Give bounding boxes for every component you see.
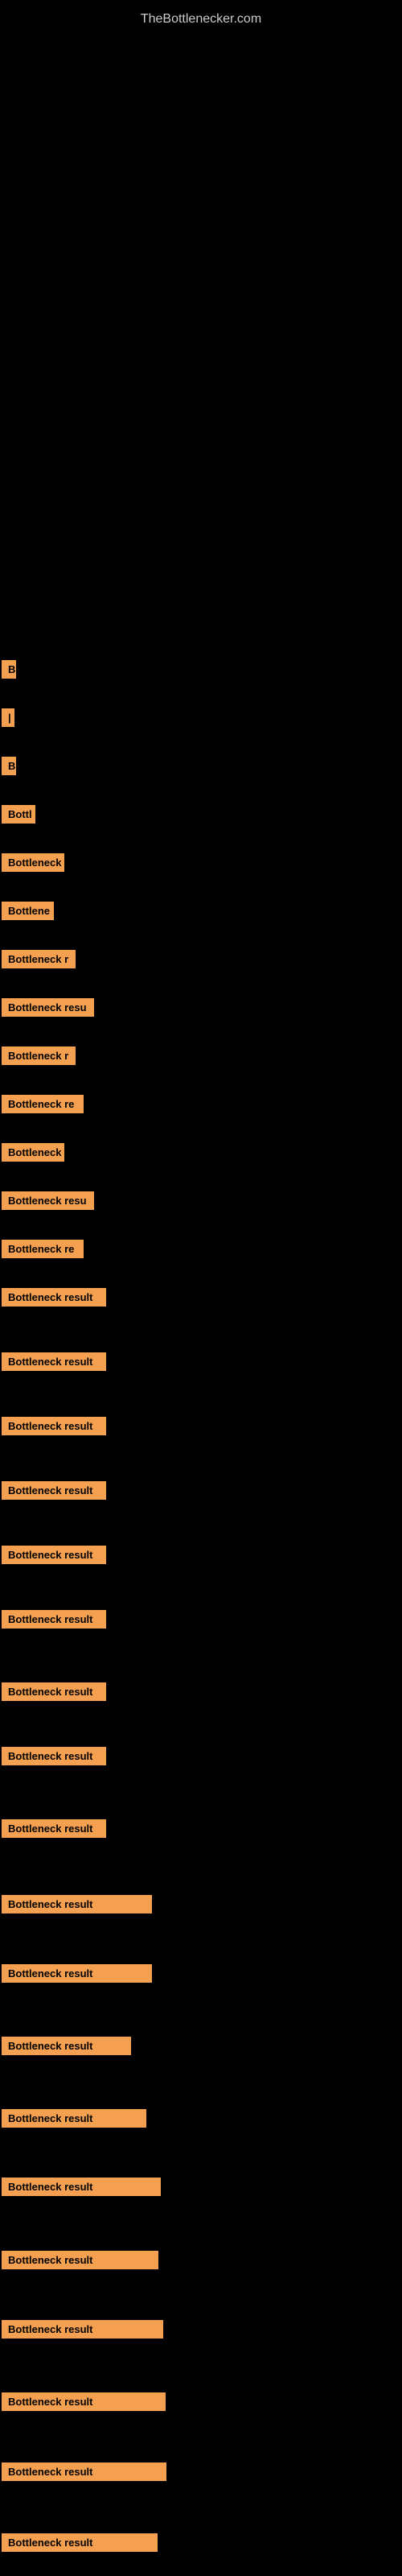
bottleneck-result-item[interactable]: Bottleneck result — [2, 1610, 106, 1629]
bottleneck-result-item[interactable]: Bottleneck re — [2, 1095, 84, 1113]
bottleneck-result-item[interactable]: Bottleneck result — [2, 1747, 106, 1765]
bottleneck-result-item[interactable]: Bottleneck result — [2, 2392, 166, 2411]
bottleneck-result-item[interactable]: B — [2, 757, 16, 775]
bottleneck-result-item[interactable]: Bottleneck result — [2, 2320, 163, 2339]
bottleneck-result-item[interactable]: | — [2, 708, 14, 727]
bottleneck-result-item[interactable]: Bottleneck result — [2, 1819, 106, 1838]
bottleneck-result-item[interactable]: Bottleneck — [2, 1143, 64, 1162]
bottleneck-result-item[interactable]: Bottleneck result — [2, 1352, 106, 1371]
bottleneck-result-item[interactable]: Bottleneck re — [2, 1240, 84, 1258]
bottleneck-result-item[interactable]: Bottlene — [2, 902, 54, 920]
bottleneck-result-item[interactable]: Bottleneck result — [2, 1288, 106, 1307]
bottleneck-result-item[interactable]: Bottleneck result — [2, 1546, 106, 1564]
bottleneck-result-item[interactable]: Bottleneck r — [2, 1046, 76, 1065]
bottleneck-result-item[interactable]: Bottleneck — [2, 853, 64, 872]
bottleneck-result-item[interactable]: Bottleneck resu — [2, 998, 94, 1017]
bottleneck-result-item[interactable]: Bottleneck result — [2, 2533, 158, 2552]
bottleneck-result-item[interactable]: Bottleneck result — [2, 1682, 106, 1701]
bottleneck-result-item[interactable]: Bottleneck result — [2, 1417, 106, 1435]
bottleneck-result-item[interactable]: Bottleneck result — [2, 1481, 106, 1500]
bottleneck-result-item[interactable]: Bottl — [2, 805, 35, 824]
bottleneck-result-item[interactable]: Bottleneck result — [2, 2109, 146, 2128]
bottleneck-result-item[interactable]: Bottleneck result — [2, 2037, 131, 2055]
bottleneck-result-item[interactable]: Bottleneck result — [2, 1895, 152, 1913]
bottleneck-result-item[interactable]: B — [2, 660, 16, 679]
bottleneck-result-item[interactable]: Bottleneck result — [2, 2251, 158, 2269]
bottleneck-result-item[interactable]: Bottleneck result — [2, 2178, 161, 2196]
bottleneck-result-item[interactable]: Bottleneck r — [2, 950, 76, 968]
site-title: TheBottlenecker.com — [0, 4, 402, 35]
bottleneck-result-item[interactable]: Bottleneck resu — [2, 1191, 94, 1210]
bottleneck-result-item[interactable]: Bottleneck result — [2, 1964, 152, 1983]
bottleneck-result-item[interactable]: Bottleneck result — [2, 2462, 166, 2481]
